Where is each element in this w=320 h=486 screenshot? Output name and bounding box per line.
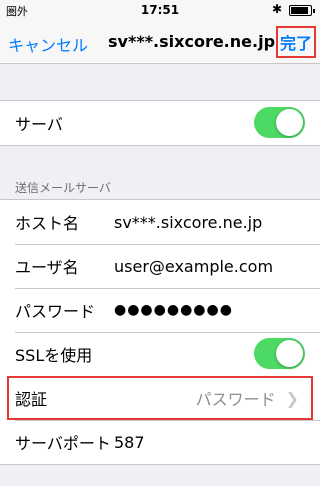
password-label: パスワード — [15, 302, 96, 321]
auth-label: 認証 — [15, 390, 48, 409]
auth-value-group: パスワード ❯ — [196, 376, 299, 420]
page-title: sv***.sixcore.ne.jp — [108, 32, 276, 51]
password-row[interactable]: パスワード ●●●●●●●●● — [0, 288, 320, 332]
host-label: ホスト名 — [15, 214, 80, 233]
ssl-toggle[interactable] — [254, 338, 305, 369]
battery-icon — [289, 5, 315, 16]
server-label: サーバ — [15, 115, 63, 134]
server-toggle[interactable] — [254, 107, 305, 138]
ssl-label: SSLを使用 — [15, 346, 93, 365]
port-field[interactable]: 587 — [114, 433, 145, 452]
done-button[interactable]: 完了 — [276, 26, 316, 58]
chevron-right-icon: ❯ — [285, 388, 299, 408]
host-field[interactable]: sv***.sixcore.ne.jp — [114, 213, 262, 232]
server-group: サーバ — [0, 100, 320, 146]
section-header-outgoing: 送信メールサーバ — [15, 181, 111, 195]
user-label: ユーザ名 — [15, 258, 79, 277]
ssl-row: SSLを使用 — [0, 332, 320, 376]
outgoing-server-group: ホスト名 sv***.sixcore.ne.jp ユーザ名 user@examp… — [0, 199, 320, 465]
user-field[interactable]: user@example.com — [114, 257, 273, 276]
auth-value: パスワード — [195, 390, 276, 409]
password-field[interactable]: ●●●●●●●●● — [114, 302, 233, 318]
navigation-bar: キャンセル sv***.sixcore.ne.jp 完了 — [0, 20, 320, 64]
cancel-button[interactable]: キャンセル — [8, 32, 88, 56]
status-bar: 圏外 17:51 ✱ — [0, 0, 320, 20]
bluetooth-icon: ✱ — [271, 2, 282, 16]
port-label: サーバポート — [15, 434, 111, 453]
user-row[interactable]: ユーザ名 user@example.com — [0, 244, 320, 288]
server-row: サーバ — [0, 101, 320, 145]
host-row[interactable]: ホスト名 sv***.sixcore.ne.jp — [0, 200, 320, 244]
port-row[interactable]: サーバポート 587 — [0, 420, 320, 464]
auth-row[interactable]: 認証 パスワード ❯ — [7, 376, 313, 420]
